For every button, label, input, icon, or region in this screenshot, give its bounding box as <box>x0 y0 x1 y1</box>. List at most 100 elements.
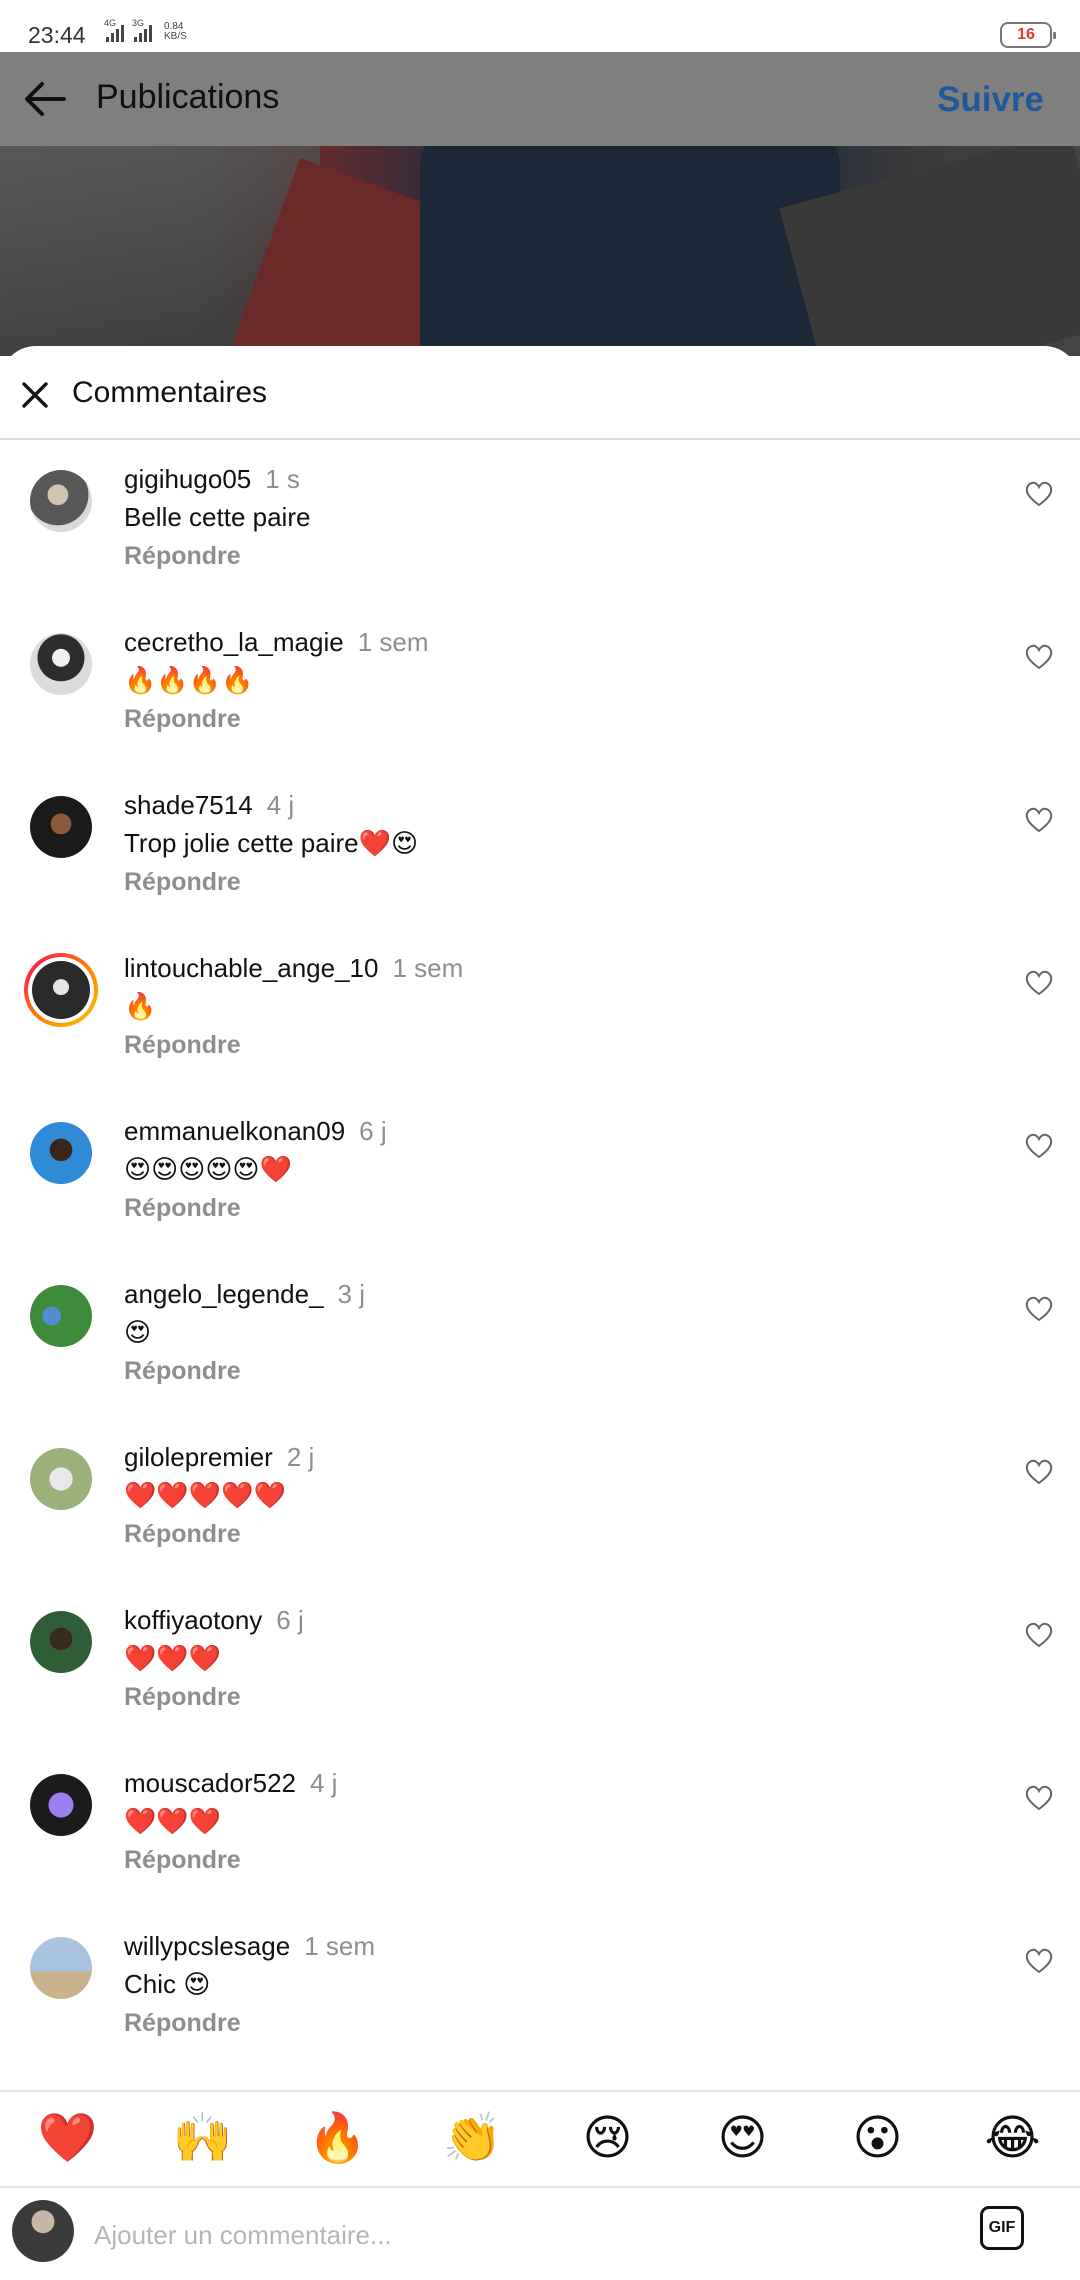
like-heart-icon[interactable] <box>1024 480 1054 508</box>
comment-text: Trop jolie cette paire❤️😍 <box>124 828 419 858</box>
comments-sheet: Commentaires gigihugo05 1 s Belle cette p… <box>0 346 1080 2280</box>
comment-item: angelo_legende_ 3 j 😍 Répondre <box>0 1253 1080 1416</box>
reaction-laughing-icon[interactable]: 😂 <box>973 2115 1053 2163</box>
reaction-heart-icon[interactable]: ❤️ <box>28 2115 108 2163</box>
comment-time: 2 j <box>286 1442 315 1472</box>
comment-text: Chic 😍 <box>124 1969 211 1999</box>
reaction-raised-hands-icon[interactable]: 🙌 <box>163 2115 243 2163</box>
comment-text: ❤️❤️❤️ <box>124 1806 222 1836</box>
avatar[interactable] <box>30 1774 92 1836</box>
comment-item: gilolepremier 2 j ❤️❤️❤️❤️❤️ Répondre <box>0 1416 1080 1579</box>
comment-time: 3 j <box>337 1279 366 1309</box>
quick-reaction-bar: ❤️ 🙌 🔥 👏 😢 😍 😮 😂 <box>0 2090 1080 2188</box>
comment-text: ❤️❤️❤️ <box>124 1643 222 1673</box>
avatar[interactable] <box>30 1448 92 1510</box>
comment-text: Belle cette paire <box>124 502 311 532</box>
reply-button[interactable]: Répondre <box>124 1357 241 1386</box>
comment-username[interactable]: koffiyaotony <box>124 1605 262 1635</box>
comments-title: Commentaires <box>72 376 268 409</box>
comment-time: 4 j <box>310 1768 338 1798</box>
signal-icon-3g: 3G <box>132 18 152 42</box>
comment-text: 🔥 <box>124 991 157 1021</box>
comment-item: koffiyaotony 6 j ❤️❤️❤️ Répondre <box>0 1579 1080 1742</box>
comment-input[interactable] <box>92 2212 936 2258</box>
comment-username[interactable]: shade7514 <box>124 790 253 820</box>
reply-button[interactable]: Répondre <box>124 705 241 734</box>
comment-time: 1 sem <box>392 953 464 983</box>
like-heart-icon[interactable] <box>1024 1132 1054 1160</box>
avatar[interactable] <box>30 1285 92 1347</box>
reply-button[interactable]: Répondre <box>124 1194 241 1223</box>
battery-level: 16 <box>1017 26 1035 43</box>
comment-item: cecretho_la_magie 1 sem 🔥🔥🔥🔥 Répondre <box>0 601 1080 764</box>
comment-username[interactable]: mouscador522 <box>124 1768 296 1798</box>
comment-time: 6 j <box>359 1116 387 1146</box>
like-heart-icon[interactable] <box>1024 1784 1054 1812</box>
reply-button[interactable]: Répondre <box>124 1520 241 1549</box>
reaction-fire-icon[interactable]: 🔥 <box>298 2115 378 2163</box>
comment-time: 6 j <box>276 1605 304 1635</box>
comment-item: mouscador522 4 j ❤️❤️❤️ Répondre <box>0 1742 1080 1905</box>
comment-text: 🔥🔥🔥🔥 <box>124 665 254 695</box>
comment-time: 1 sem <box>357 627 429 657</box>
reply-button[interactable]: Répondre <box>124 2009 241 2038</box>
my-avatar <box>12 2200 74 2262</box>
reply-button[interactable]: Répondre <box>124 868 241 897</box>
comment-item: gigihugo05 1 s Belle cette paire Répondre <box>0 438 1080 601</box>
avatar-story-ring[interactable] <box>24 953 98 1027</box>
like-heart-icon[interactable] <box>1024 643 1054 671</box>
like-heart-icon[interactable] <box>1024 806 1054 834</box>
comment-time: 1 s <box>265 464 300 494</box>
comment-list: gigihugo05 1 s Belle cette paire Répondre… <box>0 438 1080 2068</box>
comment-item: shade7514 4 j Trop jolie cette paire❤️😍 R… <box>0 764 1080 927</box>
comment-time: 4 j <box>266 790 295 820</box>
like-heart-icon[interactable] <box>1024 1458 1054 1486</box>
comment-text: 😍 <box>124 1317 152 1347</box>
comment-username[interactable]: cecretho_la_magie <box>124 627 344 657</box>
close-icon[interactable] <box>20 380 50 410</box>
status-time: 23:44 <box>28 22 86 48</box>
reaction-surprised-icon[interactable]: 😮 <box>838 2115 918 2163</box>
avatar[interactable] <box>30 796 92 858</box>
reaction-clap-icon[interactable]: 👏 <box>433 2115 513 2163</box>
comment-username[interactable]: emmanuelkonan09 <box>124 1116 345 1146</box>
like-heart-icon[interactable] <box>1024 1621 1054 1649</box>
post-image <box>0 146 1080 356</box>
comment-username[interactable]: angelo_legende_ <box>124 1279 324 1309</box>
comment-text: 😍😍😍😍😍❤️ <box>124 1154 292 1184</box>
status-bar: 23:44 4G 3G 0.84 KB/S 16 <box>0 0 1080 52</box>
comment-username[interactable]: lintouchable_ange_10 <box>124 953 378 983</box>
reply-button[interactable]: Répondre <box>124 1683 241 1712</box>
comments-sheet-header: Commentaires <box>0 346 1080 440</box>
comment-composer: GIF <box>0 2186 1080 2280</box>
avatar[interactable] <box>30 1611 92 1673</box>
network-speed: 0.84 KB/S <box>164 21 187 42</box>
reply-button[interactable]: Répondre <box>124 1846 241 1875</box>
reaction-sad-icon[interactable]: 😢 <box>568 2115 648 2163</box>
gif-label: GIF <box>988 2219 1016 2236</box>
reply-button[interactable]: Répondre <box>124 542 241 571</box>
gif-button[interactable]: GIF <box>980 2206 1024 2250</box>
top-bar: Publications Suivre <box>0 52 1080 146</box>
signal-icon-4g: 4G <box>104 18 124 42</box>
comment-item: emmanuelkonan09 6 j 😍😍😍😍😍❤️ Répondre <box>0 1090 1080 1253</box>
avatar[interactable] <box>30 1937 92 1999</box>
back-arrow-icon[interactable] <box>20 74 70 124</box>
comment-item: willypcslesage 1 sem Chic 😍 Répondre <box>0 1905 1080 2068</box>
avatar[interactable] <box>30 1122 92 1184</box>
like-heart-icon[interactable] <box>1024 1295 1054 1323</box>
avatar[interactable] <box>30 633 92 695</box>
reaction-heart-eyes-icon[interactable]: 😍 <box>703 2115 783 2163</box>
comment-text: ❤️❤️❤️❤️❤️ <box>124 1480 286 1510</box>
page-title: Publications <box>96 78 280 116</box>
like-heart-icon[interactable] <box>1024 1947 1054 1975</box>
comment-item: lintouchable_ange_10 1 sem 🔥 Répondre <box>0 927 1080 1090</box>
comment-username[interactable]: gigihugo05 <box>124 464 251 494</box>
comment-time: 1 sem <box>304 1931 375 1961</box>
like-heart-icon[interactable] <box>1024 969 1054 997</box>
follow-button[interactable]: Suivre <box>937 80 1044 120</box>
comment-username[interactable]: willypcslesage <box>124 1931 290 1961</box>
reply-button[interactable]: Répondre <box>124 1031 241 1060</box>
comment-username[interactable]: gilolepremier <box>124 1442 273 1472</box>
avatar[interactable] <box>30 470 92 532</box>
